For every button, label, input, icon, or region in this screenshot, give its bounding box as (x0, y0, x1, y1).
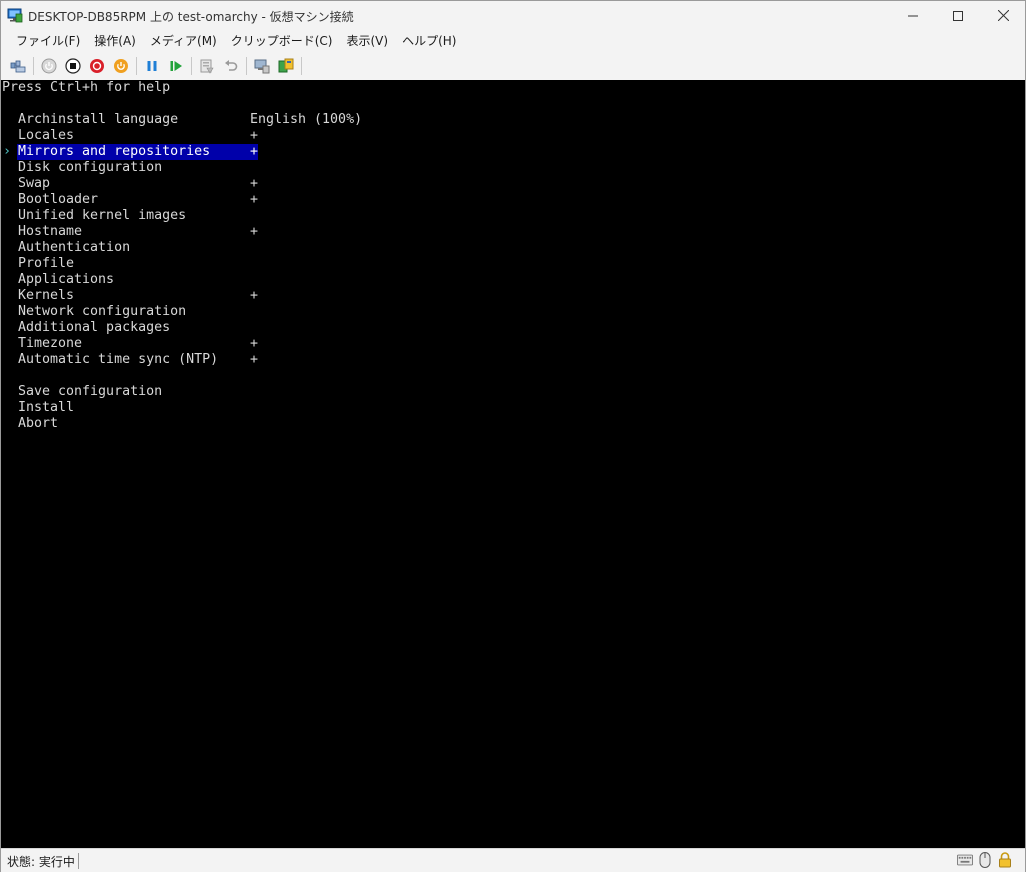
status-icons (957, 852, 1013, 868)
vm-connection-window: DESKTOP-DB85RPM 上の test-omarchy - 仮想マシン接… (0, 0, 1026, 872)
maximize-icon (953, 10, 963, 21)
mouse-icon (977, 852, 993, 868)
menu-option-value: English (100%) (250, 112, 363, 127)
menu-option-archinstall-language[interactable]: Archinstall language (18, 112, 178, 128)
start-icon (41, 58, 57, 74)
pause-button[interactable] (140, 55, 164, 77)
minimize-button[interactable] (890, 1, 936, 30)
action-save-configuration[interactable]: Save configuration (18, 384, 162, 400)
menu-clipboard[interactable]: クリップボード(C) (224, 31, 340, 51)
menu-option-mirrors-and-repositories[interactable]: Mirrors and repositories (18, 144, 210, 160)
pause-icon (147, 61, 157, 71)
status-separator (78, 853, 79, 869)
selection-cursor-icon: › (3, 144, 12, 159)
revert-button[interactable] (219, 55, 243, 77)
menu-option-unified-kernel-images[interactable]: Unified kernel images (18, 208, 186, 224)
menu-option-applications[interactable]: Applications (18, 272, 114, 288)
enhanced-session-button[interactable] (250, 55, 274, 77)
resume-icon (170, 61, 182, 71)
status-bar: 状態: 実行中 (1, 848, 1025, 872)
toolbar-separator (33, 57, 34, 75)
toolbar-separator (191, 57, 192, 75)
menu-option-marker: + (250, 144, 259, 159)
share-button[interactable] (274, 55, 298, 77)
menu-option-profile[interactable]: Profile (18, 256, 74, 272)
menu-option-kernels[interactable]: Kernels (18, 288, 74, 304)
menu-option-marker: + (250, 128, 259, 143)
close-icon (997, 10, 1009, 21)
menu-help[interactable]: ヘルプ(H) (395, 31, 463, 51)
action-abort[interactable]: Abort (18, 416, 58, 432)
menu-option-locales[interactable]: Locales (18, 128, 74, 144)
window-title: DESKTOP-DB85RPM 上の test-omarchy - 仮想マシン接… (28, 10, 354, 24)
lock-icon (997, 852, 1013, 868)
start-button[interactable] (37, 55, 61, 77)
menu-file[interactable]: ファイル(F) (9, 31, 87, 51)
toolbar-separator (246, 57, 247, 75)
shut-down-button[interactable] (85, 55, 109, 77)
menu-option-swap[interactable]: Swap (18, 176, 50, 192)
menu-option-marker: + (250, 224, 259, 239)
menu-view[interactable]: 表示(V) (340, 31, 396, 51)
menu-option-additional-packages[interactable]: Additional packages (18, 320, 170, 336)
menu-option-marker: + (250, 336, 259, 351)
menu-option-timezone[interactable]: Timezone (18, 336, 82, 352)
terminal-text: Press Ctrl+h for help › Archinstall lang… (1, 80, 362, 845)
toolbar (1, 53, 1025, 79)
menu-action[interactable]: 操作(A) (87, 31, 143, 51)
menu-option-marker: + (250, 352, 259, 367)
checkpoint-button[interactable] (195, 55, 219, 77)
turn-off-icon (65, 58, 81, 74)
save-state-button[interactable] (109, 55, 133, 77)
vm-status-text: 状態: 実行中 (7, 855, 75, 869)
close-button[interactable] (980, 1, 1026, 30)
title-bar: DESKTOP-DB85RPM 上の test-omarchy - 仮想マシン接… (1, 1, 1025, 30)
menu-option-disk-configuration[interactable]: Disk configuration (18, 160, 162, 176)
minimize-icon (908, 15, 918, 16)
menu-option-authentication[interactable]: Authentication (18, 240, 130, 256)
toolbar-separator (136, 57, 137, 75)
checkpoint-icon (200, 59, 214, 74)
keyboard-icon (957, 852, 973, 868)
ctrl-alt-del-icon (10, 60, 26, 73)
action-install[interactable]: Install (18, 400, 74, 416)
menu-option-marker: + (250, 288, 259, 303)
share-icon (278, 58, 294, 73)
menu-option-marker: + (250, 176, 259, 191)
turn-off-button[interactable] (61, 55, 85, 77)
resume-button[interactable] (164, 55, 188, 77)
menu-option-network-configuration[interactable]: Network configuration (18, 304, 186, 320)
vm-connection-app-icon (7, 7, 23, 23)
vm-console-screen[interactable]: Press Ctrl+h for help › Archinstall lang… (1, 80, 1025, 848)
save-state-icon (114, 59, 128, 73)
ctrl-alt-del-button[interactable] (6, 55, 30, 77)
menu-option-bootloader[interactable]: Bootloader (18, 192, 98, 208)
menu-option-hostname[interactable]: Hostname (18, 224, 82, 240)
help-hint: Press Ctrl+h for help (2, 80, 171, 95)
revert-icon (225, 60, 238, 71)
menu-option-marker: + (250, 192, 259, 207)
enhanced-session-icon (254, 59, 270, 74)
menu-media[interactable]: メディア(M) (143, 31, 224, 51)
toolbar-separator (301, 57, 302, 75)
menu-bar: ファイル(F) 操作(A) メディア(M) クリップボード(C) 表示(V) ヘ… (1, 30, 1025, 52)
shut-down-icon (90, 59, 104, 73)
menu-option-automatic-time-sync[interactable]: Automatic time sync (NTP) (18, 352, 218, 368)
maximize-button[interactable] (935, 1, 981, 30)
